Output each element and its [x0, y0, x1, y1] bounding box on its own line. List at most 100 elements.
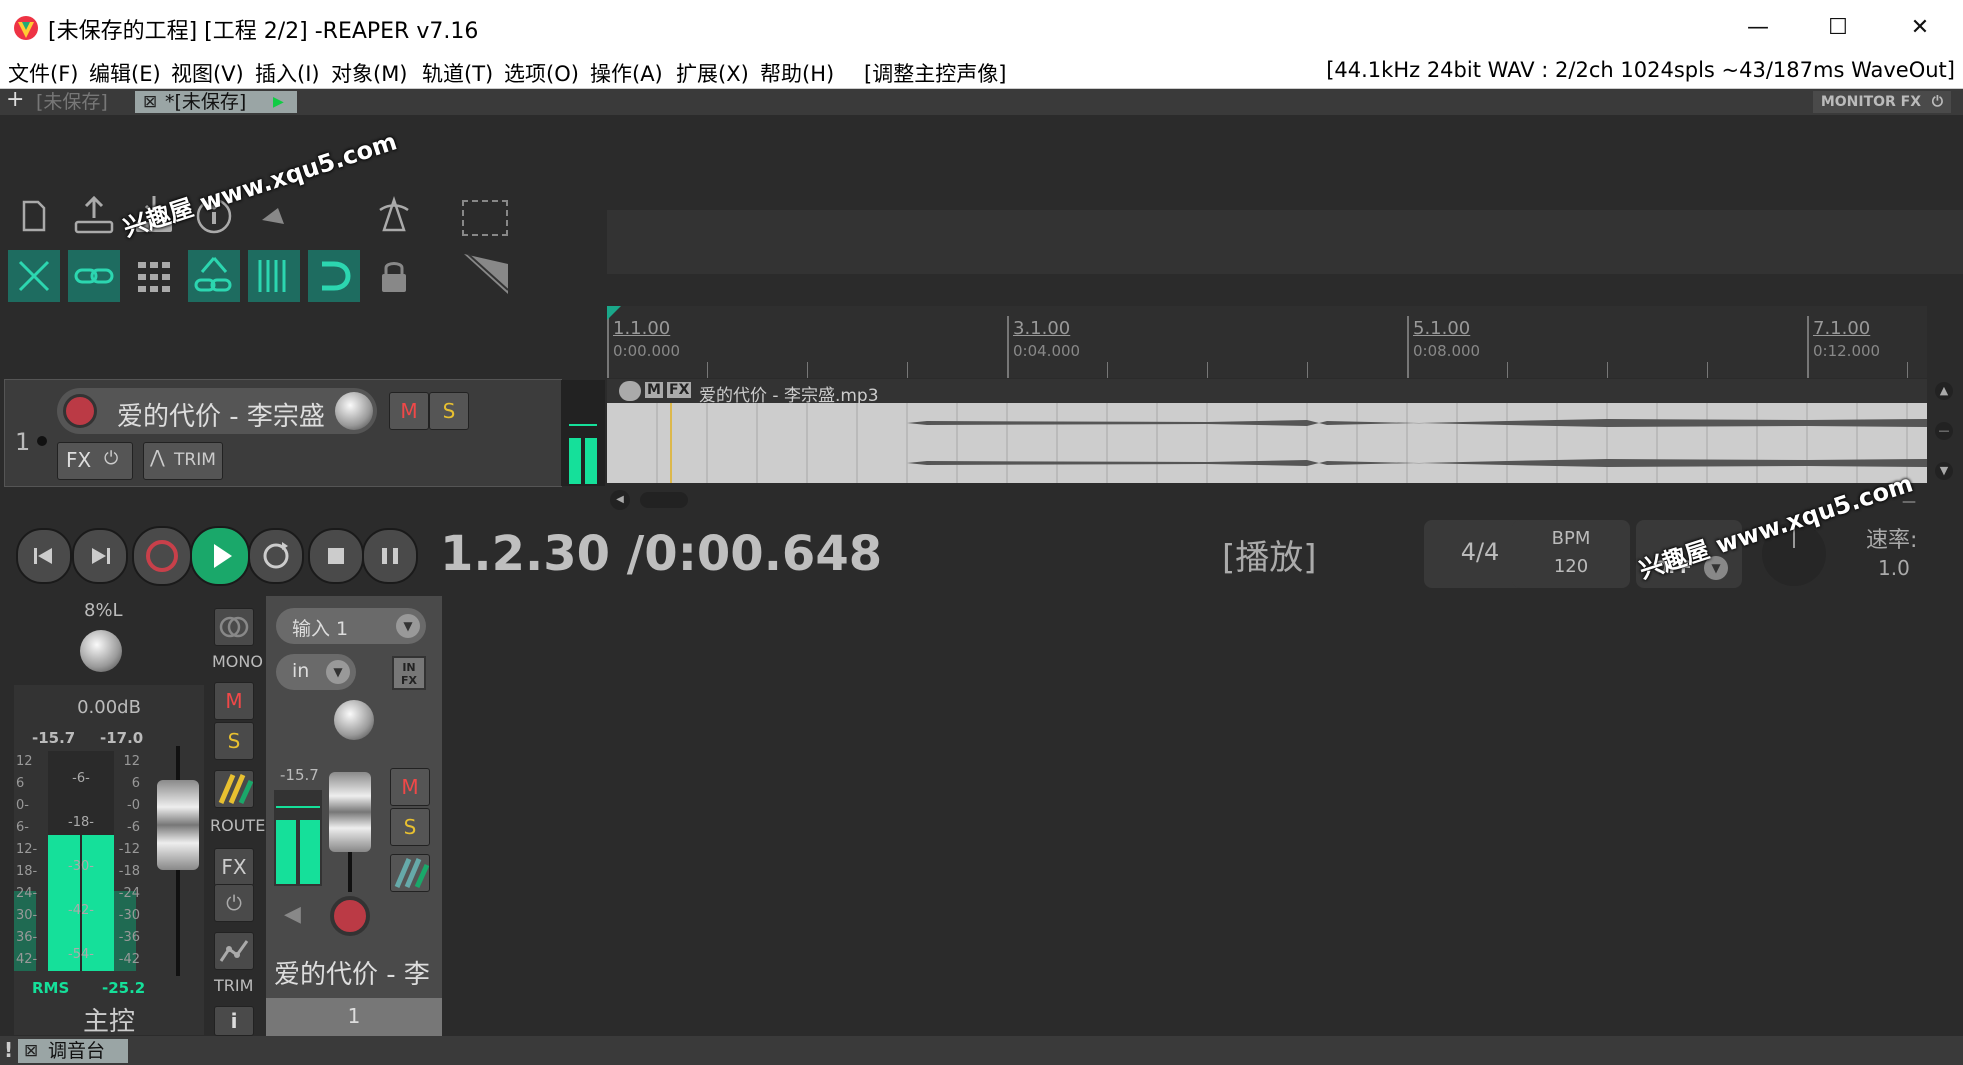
add-tab-button[interactable]: +: [6, 87, 24, 112]
master-info-button[interactable]: i: [214, 1006, 254, 1036]
close-button[interactable]: ✕: [1890, 10, 1950, 46]
track-solo-button[interactable]: S: [429, 392, 469, 430]
timeline-ruler[interactable]: 1.1.00 0:00.000 3.1.00 0:04.000 5.1.00 0…: [607, 306, 1927, 378]
power-icon: ⏻: [1931, 94, 1943, 110]
master-mute-button[interactable]: M: [214, 682, 254, 720]
scroll-down-icon[interactable]: ▼: [1935, 462, 1953, 480]
trim-label: TRIM: [174, 450, 216, 470]
stop-button[interactable]: [308, 528, 364, 584]
tab-project-1[interactable]: [未保存]: [26, 91, 118, 113]
rms-value[interactable]: -25.2: [102, 979, 145, 997]
mixer-channel-strip[interactable]: 输入 1 ▼ in ▼ IN FX -15.7 M S ◀ 爱的代价 - 李 1: [266, 596, 442, 1036]
menu-insert[interactable]: 插入(I): [255, 58, 320, 88]
pause-button[interactable]: [362, 528, 418, 584]
channel-name[interactable]: 爱的代价 - 李: [274, 954, 442, 991]
minimize-button[interactable]: —: [1728, 10, 1788, 46]
record-button[interactable]: [132, 526, 192, 586]
menu-options[interactable]: 选项(O): [504, 58, 579, 88]
mono-stereo-button[interactable]: [214, 608, 254, 646]
channel-pan-knob[interactable]: [334, 700, 374, 740]
media-item[interactable]: M FX 爱的代价 - 李宗盛.mp3: [607, 379, 1927, 483]
channel-record-arm-icon[interactable]: [330, 896, 370, 936]
zoom-out-icon[interactable]: —: [1935, 422, 1953, 440]
input-mode-select[interactable]: in ▼: [276, 654, 356, 690]
item-fx-badge[interactable]: FX: [667, 382, 692, 398]
horizontal-scroll-thumb[interactable]: [640, 492, 688, 508]
snap-magnet-icon[interactable]: [308, 250, 360, 302]
item-mute-badge[interactable]: M: [645, 382, 663, 398]
go-to-start-button[interactable]: [16, 528, 72, 584]
link-icon[interactable]: [68, 250, 120, 302]
master-solo-button[interactable]: S: [214, 722, 254, 760]
metronome-icon[interactable]: [368, 190, 420, 242]
track-trim-button[interactable]: ⋀ TRIM: [143, 442, 223, 480]
menu-track[interactable]: 轨道(T): [422, 58, 493, 88]
track-number: 1: [15, 428, 31, 456]
scroll-left-icon[interactable]: ◀: [610, 490, 630, 510]
track-name-field[interactable]: 爱的代价 - 李宗盛: [57, 388, 377, 434]
group-link-icon[interactable]: [188, 250, 240, 302]
master-track-name[interactable]: 主控: [14, 1001, 204, 1038]
master-pan-knob[interactable]: [80, 630, 122, 672]
time-position-display[interactable]: 1.2.30 /0:00.648: [440, 526, 882, 582]
play-button[interactable]: [190, 526, 250, 586]
tab-project-2[interactable]: ⊠ *[未保存] ▶: [135, 91, 297, 113]
track-folder-dot-icon[interactable]: [37, 436, 47, 446]
scroll-up-icon[interactable]: ▲: [1935, 382, 1953, 400]
master-route-button[interactable]: [214, 770, 254, 808]
track-mute-button[interactable]: M: [389, 392, 429, 430]
input-select[interactable]: 输入 1 ▼: [276, 608, 426, 644]
channel-route-button[interactable]: [390, 854, 430, 892]
envelope-tool-icon[interactable]: [460, 250, 512, 302]
ripple-icon[interactable]: [8, 250, 60, 302]
lock-icon[interactable]: [368, 250, 420, 302]
marquee-select-icon[interactable]: [462, 200, 508, 236]
tab-mixer[interactable]: ⊠ 调音台: [18, 1039, 128, 1063]
master-fx-bypass-button[interactable]: ⏻: [214, 884, 254, 922]
maximize-button[interactable]: ☐: [1808, 10, 1868, 46]
channel-mute-button[interactable]: M: [390, 768, 430, 806]
rms-label[interactable]: RMS: [32, 979, 69, 997]
master-trim-button[interactable]: [214, 932, 254, 970]
menu-view[interactable]: 视图(V): [171, 58, 244, 88]
menu-extensions[interactable]: 扩展(X): [676, 58, 749, 88]
menu-edit[interactable]: 编辑(E): [89, 58, 161, 88]
track-fx-button[interactable]: FX ⏻: [57, 442, 133, 480]
tempo-box[interactable]: BPM 120: [1512, 520, 1630, 588]
master-peak-right[interactable]: -17.0: [100, 729, 143, 747]
audio-device-status[interactable]: [44.1kHz 24bit WAV : 2/2ch 1024spls ~43/…: [1326, 58, 1955, 82]
menu-item[interactable]: 对象(M): [331, 58, 408, 88]
snap-grid-icon[interactable]: [248, 250, 300, 302]
grid-icon[interactable]: [128, 250, 180, 302]
ruler-time-label: 0:08.000: [1413, 342, 1481, 360]
loop-button[interactable]: [248, 528, 304, 584]
close-tab-icon[interactable]: ⊠: [143, 91, 157, 113]
upload-icon[interactable]: [68, 190, 120, 242]
track-control-panel[interactable]: 1 爱的代价 - 李宗盛 M S FX ⏻ ⋀ TRIM: [4, 379, 605, 487]
ruler-bar-label: 1.1.00: [613, 318, 671, 339]
item-pin-icon[interactable]: [619, 381, 641, 401]
master-volume-fader[interactable]: [157, 780, 199, 870]
master-fx-button[interactable]: FX: [214, 848, 254, 886]
loop-start-marker-icon[interactable]: [607, 306, 621, 320]
close-tab-icon[interactable]: ⊠: [24, 1039, 38, 1063]
menu-adjust-master-pan[interactable]: [调整主控声像]: [864, 58, 1006, 88]
go-to-end-button[interactable]: [72, 528, 128, 584]
speaker-icon[interactable]: ◀: [284, 902, 301, 927]
channel-solo-button[interactable]: S: [390, 808, 430, 846]
menu-actions[interactable]: 操作(A): [590, 58, 663, 88]
channel-volume-fader[interactable]: [329, 772, 371, 852]
docker-menu-button[interactable]: !: [4, 1038, 13, 1062]
record-arm-icon[interactable]: [63, 394, 97, 428]
track-volume-knob[interactable]: [335, 392, 373, 430]
menu-file[interactable]: 文件(F): [8, 58, 78, 88]
monitor-fx-button[interactable]: MONITOR FX ⏻: [1812, 91, 1951, 113]
new-project-icon[interactable]: [8, 190, 60, 242]
arrange-vertical-scrollbar[interactable]: ▲ — ▼: [1932, 380, 1956, 484]
skip-back-icon: [34, 548, 52, 564]
master-peak-left[interactable]: -15.7: [32, 729, 75, 747]
input-fx-button[interactable]: IN FX: [392, 656, 426, 690]
menu-help[interactable]: 帮助(H): [760, 58, 834, 88]
master-volume-db[interactable]: 0.00dB: [14, 697, 204, 718]
channel-peak[interactable]: -15.7: [280, 766, 319, 784]
